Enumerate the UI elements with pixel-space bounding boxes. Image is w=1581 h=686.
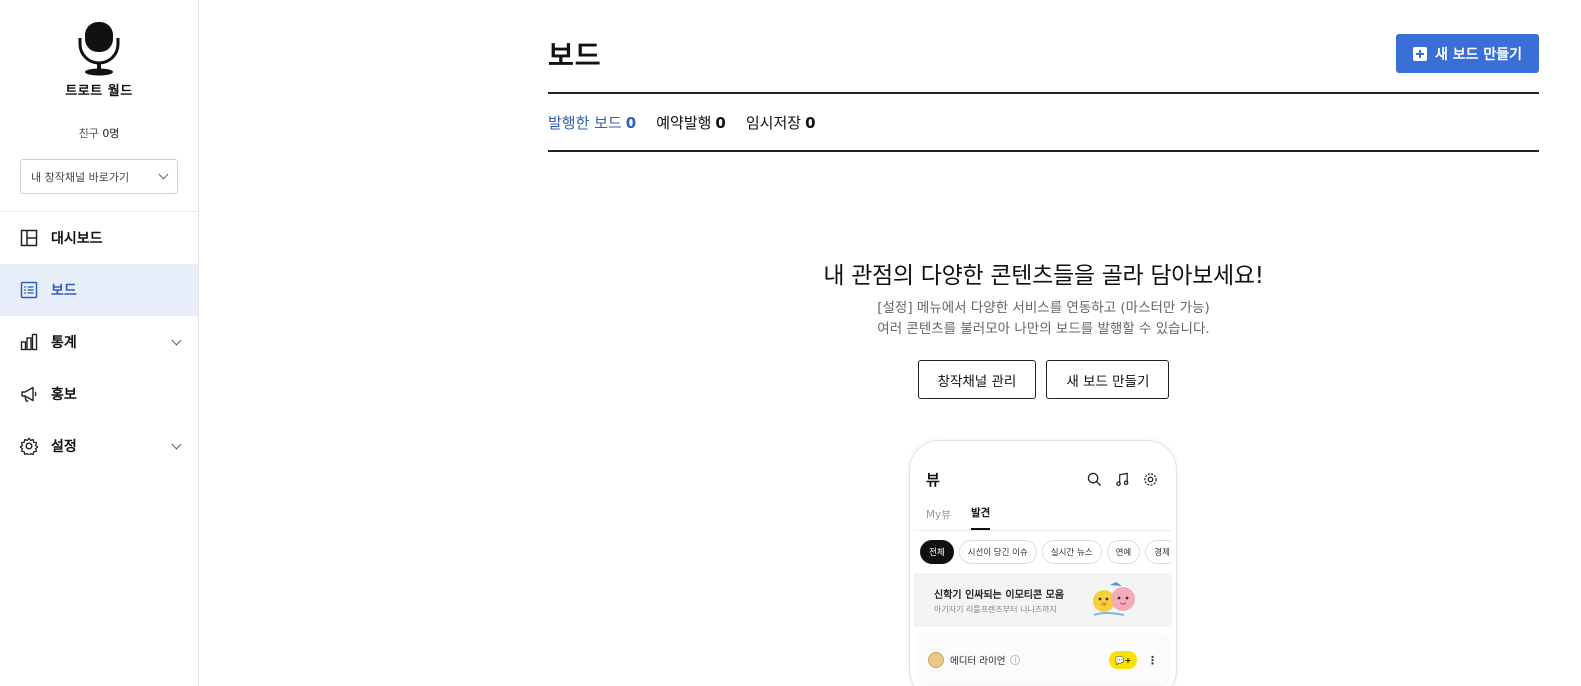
tab-drafts[interactable]: 임시저장 0	[746, 112, 816, 133]
new-board-button-label: 새 보드 만들기	[1434, 46, 1523, 63]
sidebar-item-board[interactable]: 보드	[0, 264, 198, 316]
phone-preview: 뷰 My뷰 발견 전체 시선이 당긴 이슈 실시간 뉴스 연예 경제 신학기 인…	[909, 440, 1177, 686]
chip: 시선이 당긴 이슈	[958, 540, 1037, 564]
plus-icon	[1412, 46, 1427, 61]
channel-profile: 트로트 월드 친구 0명 내 창작채널 바로가기	[0, 0, 198, 212]
phone-banner-title: 신학기 인싸되는 이모티콘 모음	[934, 589, 1065, 601]
friends-count: 친구 0명	[0, 125, 198, 141]
tab-label: 임시저장	[745, 113, 802, 132]
empty-state-actions: 창작채널 관리 새 보드 만들기	[548, 360, 1539, 399]
create-board-button[interactable]: 새 보드 만들기	[1046, 360, 1170, 399]
phone-screen: 뷰 My뷰 발견 전체 시선이 당긴 이슈 실시간 뉴스 연예 경제 신학기 인…	[914, 461, 1172, 685]
sidebar-nav: 대시보드 보드 통계 홍보 설정	[0, 212, 198, 472]
friends-value: 0명	[102, 127, 120, 140]
character-illustration-icon	[1093, 582, 1135, 616]
chevron-down-icon[interactable]	[171, 439, 182, 450]
manage-channel-button[interactable]: 창작채널 관리	[917, 360, 1037, 399]
sidebar-item-label: 통계	[51, 335, 77, 351]
megaphone-icon	[20, 385, 38, 403]
stats-chart-icon	[20, 333, 38, 351]
tab-count: 0	[625, 113, 637, 132]
editor-avatar-icon	[928, 652, 944, 668]
sidebar-item-promotion[interactable]: 홍보	[0, 368, 198, 420]
microphone-avatar-icon[interactable]	[74, 20, 124, 76]
phone-tab-myview: My뷰	[926, 509, 951, 521]
info-icon: i	[1010, 655, 1021, 665]
empty-state-desc-line2: 여러 콘텐츠를 불러모아 나만의 보드를 발행할 수 있습니다.	[877, 321, 1210, 337]
sidebar: 트로트 월드 친구 0명 내 창작채널 바로가기 대시보드 보드 통계 홍보 설…	[0, 0, 199, 686]
friends-label: 친구	[78, 127, 99, 140]
chip: 경제	[1145, 540, 1172, 564]
new-board-button[interactable]: 새 보드 만들기	[1396, 34, 1539, 73]
phone-banner: 신학기 인싸되는 이모티콘 모음 아기자기 리틀프렌즈부터 니니즈까지	[914, 573, 1172, 627]
channel-name: 트로트 월드	[65, 84, 133, 99]
tab-label: 발행한 보드	[548, 113, 622, 132]
sidebar-item-stats[interactable]: 통계	[0, 316, 198, 368]
chip: 실시간 뉴스	[1041, 540, 1102, 564]
sidebar-item-label: 설정	[51, 439, 77, 455]
more-options-icon: ⋮	[1147, 653, 1158, 667]
phone-card-name: 에디터 라이언	[950, 656, 1006, 667]
page-title: 보드	[548, 39, 602, 72]
phone-tab-discover: 발견	[970, 505, 991, 530]
music-note-icon	[1108, 472, 1136, 487]
tab-count: 0	[805, 113, 816, 132]
tab-count: 0	[715, 113, 726, 132]
sidebar-item-label: 보드	[51, 283, 77, 299]
dashboard-icon	[20, 229, 38, 247]
phone-tabs: My뷰 발견	[914, 497, 1172, 531]
empty-state-description: [설정] 메뉴에서 다양한 서비스를 연동하고 (마스터만 가능) 여러 콘텐츠…	[548, 298, 1539, 340]
phone-header-icons	[1080, 472, 1164, 487]
gear-icon	[20, 437, 38, 455]
chip: 전체	[920, 540, 954, 564]
sidebar-item-settings[interactable]: 설정	[0, 420, 198, 472]
phone-banner-subtitle: 아기자기 리틀프렌즈부터 니니즈까지	[934, 604, 1057, 614]
sidebar-item-label: 홍보	[51, 387, 77, 403]
talk-badge-icon: 💬+	[1109, 651, 1137, 669]
chip: 연예	[1106, 540, 1141, 564]
tab-published[interactable]: 발행한 보드 0	[548, 112, 636, 133]
chevron-down-icon[interactable]	[171, 335, 182, 346]
board-list-icon	[20, 281, 38, 299]
empty-state-title: 내 관점의 다양한 콘텐츠들을 골라 담아보세요!	[823, 263, 1264, 289]
phone-category-chips: 전체 시선이 당긴 이슈 실시간 뉴스 연예 경제	[914, 531, 1172, 573]
board-tabs: 발행한 보드 0 예약발행 0 임시저장 0	[548, 92, 1539, 152]
channel-select-label: 내 창작채널 바로가기	[31, 170, 130, 184]
phone-header: 뷰	[914, 461, 1172, 497]
channel-select-dropdown[interactable]: 내 창작채널 바로가기	[20, 159, 178, 194]
phone-banner-text: 신학기 인싸되는 이모티콘 모음 아기자기 리틀프렌즈부터 니니즈까지	[934, 586, 1064, 615]
search-icon	[1080, 472, 1108, 487]
empty-state-desc-line1: [설정] 메뉴에서 다양한 서비스를 연동하고 (마스터만 가능)	[877, 300, 1210, 316]
tab-label: 예약발행	[656, 113, 712, 132]
sidebar-item-dashboard[interactable]: 대시보드	[0, 212, 198, 264]
sidebar-item-label: 대시보드	[51, 231, 103, 247]
phone-title: 뷰	[926, 470, 940, 489]
gear-icon	[1136, 472, 1164, 487]
chevron-down-icon	[158, 169, 169, 180]
tab-scheduled[interactable]: 예약발행 0	[656, 112, 726, 133]
phone-feed-card: 에디터 라이언 i 💬+ ⋮	[918, 635, 1168, 685]
